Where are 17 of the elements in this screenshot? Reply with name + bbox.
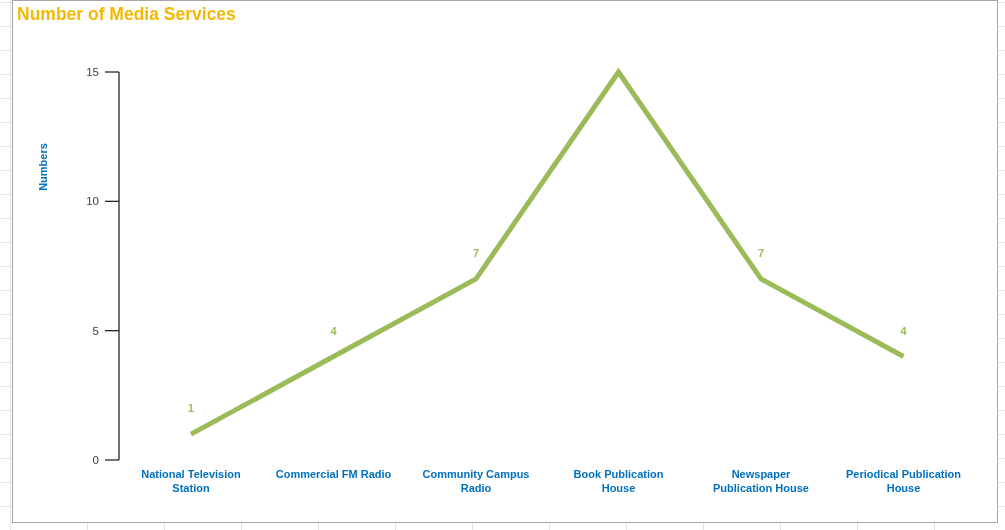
- data-label: 4: [330, 324, 337, 337]
- axis-title: Numbers: [37, 143, 49, 191]
- category-label: Newspaper Publication House: [713, 468, 809, 494]
- tick-label: 5: [92, 324, 99, 337]
- tick-label: 10: [86, 195, 99, 208]
- category-label: Commercial FM Radio: [275, 468, 392, 480]
- data-label: 4: [900, 324, 907, 337]
- data-label: 7: [472, 246, 480, 259]
- category-label: Book Publication House: [573, 468, 664, 494]
- tick-label: 15: [86, 66, 99, 78]
- category-label: Periodical Publication House: [846, 468, 961, 494]
- tick-label: 0: [92, 454, 99, 466]
- data-label: 1: [187, 402, 195, 415]
- data-label: 7: [757, 246, 765, 259]
- category-label: Community Campus Radio: [422, 468, 530, 494]
- category-label: National Television Station: [141, 468, 241, 494]
- chart-title: Number of Media Services: [16, 3, 237, 25]
